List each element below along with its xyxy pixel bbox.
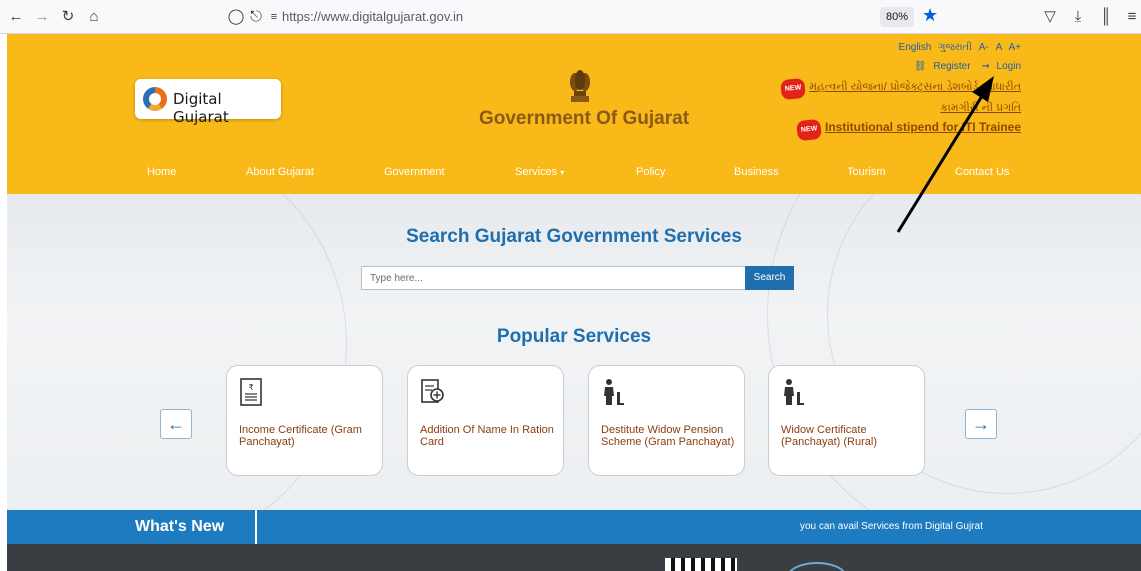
- url-bar[interactable]: https://www.digitalgujarat.gov.in: [282, 7, 463, 27]
- language-selector: English ગુજરાતી A- A A+: [895, 42, 1021, 53]
- download-icon[interactable]: ⤓: [1068, 7, 1088, 27]
- national-emblem-icon: [570, 70, 590, 102]
- register-label: Register: [933, 61, 971, 72]
- nav-business[interactable]: Business: [734, 166, 779, 178]
- whats-new-title: What's New: [135, 518, 225, 535]
- logo-text: Digital Gujarat: [173, 90, 229, 126]
- browser-toolbar: ← → ↻ ⌂ ◯ ⎋ ≡ https://www.digitalgujarat…: [0, 0, 1141, 34]
- page-title: Government Of Gujarat: [478, 108, 690, 129]
- nav-policy[interactable]: Policy: [636, 166, 665, 178]
- pocket-icon[interactable]: ▽: [1040, 7, 1060, 27]
- zoom-indicator[interactable]: 80%: [880, 7, 915, 27]
- new-badge: NEW: [779, 77, 807, 101]
- nav-contact-us[interactable]: Contact Us: [955, 166, 1009, 178]
- forward-arrow-icon[interactable]: →: [32, 7, 52, 27]
- register-link[interactable]: ⛓ Register: [910, 61, 971, 72]
- popular-services-title: Popular Services: [496, 326, 652, 347]
- login-icon: ➞: [981, 61, 990, 72]
- home-icon[interactable]: ⌂: [84, 7, 104, 27]
- nav-services-label: Services: [515, 166, 558, 178]
- register-icon: ⛓: [913, 61, 927, 72]
- search-input[interactable]: [361, 266, 746, 290]
- new-badge: NEW: [795, 118, 822, 142]
- browser-window: ← → ↻ ⌂ ◯ ⎋ ≡ https://www.digitalgujarat…: [0, 0, 1141, 571]
- arrow-left-icon: ←: [167, 414, 185, 434]
- add-document-icon: [421, 379, 444, 403]
- service-card-widow-certificate[interactable]: Widow Certificate (Panchayat) (Rural): [768, 365, 925, 476]
- widow-icon: [604, 379, 624, 405]
- qr-code-image: [665, 558, 737, 571]
- news-link-dashboard[interactable]: NEW મહત્વની યોજના/ પ્રોજેક્ટ્સના ડેશબોર્ડ…: [761, 77, 1021, 117]
- news-2-text: Institutional stipend for ITI Trainee: [824, 120, 1021, 134]
- login-link[interactable]: ➞ Login: [977, 61, 1021, 72]
- lang-gujarati-link[interactable]: ગુજરાતી: [938, 42, 972, 53]
- service-card-widow-pension[interactable]: Destitute Widow Pension Scheme (Gram Pan…: [588, 365, 745, 476]
- widow-icon: [784, 379, 804, 405]
- footer-logo: [787, 562, 847, 571]
- search-button[interactable]: Search: [745, 266, 794, 290]
- divider: [255, 510, 257, 544]
- page-content: Digital Gujarat Government Of Gujarat En…: [7, 34, 1141, 571]
- font-decrease-link[interactable]: A-: [979, 42, 989, 53]
- nav-home[interactable]: Home: [147, 166, 176, 178]
- menu-icon[interactable]: ≡: [1122, 7, 1141, 27]
- news-1-text: મહત્વની યોજના/ પ્રોજેક્ટ્સના ડેશબોર્ડ આધ…: [809, 81, 1021, 114]
- login-label: Login: [996, 61, 1021, 72]
- library-icon[interactable]: ║: [1096, 7, 1116, 27]
- bookmark-star-icon[interactable]: ★: [922, 5, 938, 26]
- auth-links: ⛓ Register ➞ Login: [906, 61, 1021, 72]
- footer: [7, 544, 1141, 571]
- service-card-income-certificate[interactable]: ₹ Income Certificate (Gram Panchayat): [226, 365, 383, 476]
- service-card-ration-card[interactable]: Addition Of Name In Ration Card: [407, 365, 564, 476]
- nav-government[interactable]: Government: [384, 166, 445, 178]
- lang-english-link[interactable]: English: [899, 42, 932, 53]
- news-ticker[interactable]: you can avail Services from Digital Gujr…: [800, 521, 983, 532]
- lock-icon[interactable]: ⎋: [246, 7, 266, 27]
- service-card-label: Addition Of Name In Ration Card: [420, 424, 554, 448]
- main-nav: Home About Gujarat Government Services ▾…: [7, 166, 1141, 188]
- back-arrow-icon[interactable]: ←: [6, 7, 26, 27]
- reload-icon[interactable]: ↻: [58, 7, 78, 27]
- carousel-next-button[interactable]: →: [965, 409, 997, 439]
- service-card-label: Income Certificate (Gram Panchayat): [239, 424, 362, 448]
- shield-icon[interactable]: ◯: [226, 7, 246, 27]
- nav-services[interactable]: Services ▾: [515, 166, 564, 178]
- nav-tourism[interactable]: Tourism: [847, 166, 886, 178]
- service-card-label: Widow Certificate (Panchayat) (Rural): [781, 424, 877, 448]
- carousel-prev-button[interactable]: ←: [160, 409, 192, 439]
- svg-text:₹: ₹: [248, 383, 253, 392]
- digital-gujarat-logo[interactable]: Digital Gujarat: [135, 79, 281, 126]
- services-section: Search Gujarat Government Services Searc…: [7, 194, 1141, 510]
- font-normal-link[interactable]: A: [996, 42, 1002, 53]
- news-link-iti-stipend[interactable]: NEW Institutional stipend for ITI Trainee: [761, 118, 1021, 142]
- font-increase-link[interactable]: A+: [1008, 42, 1021, 53]
- certificate-icon: ₹: [240, 378, 262, 406]
- arrow-right-icon: →: [972, 414, 990, 434]
- logo-swirl-icon: [143, 87, 167, 111]
- permissions-icon[interactable]: ≡: [264, 7, 284, 27]
- site-header: Digital Gujarat Government Of Gujarat En…: [7, 34, 1141, 194]
- search-title: Search Gujarat Government Services: [406, 226, 742, 247]
- whats-new-bar: What's New you can avail Services from D…: [7, 510, 1141, 544]
- chevron-down-icon: ▾: [560, 168, 565, 177]
- service-card-label: Destitute Widow Pension Scheme (Gram Pan…: [601, 424, 735, 448]
- nav-about-gujarat[interactable]: About Gujarat: [246, 166, 314, 178]
